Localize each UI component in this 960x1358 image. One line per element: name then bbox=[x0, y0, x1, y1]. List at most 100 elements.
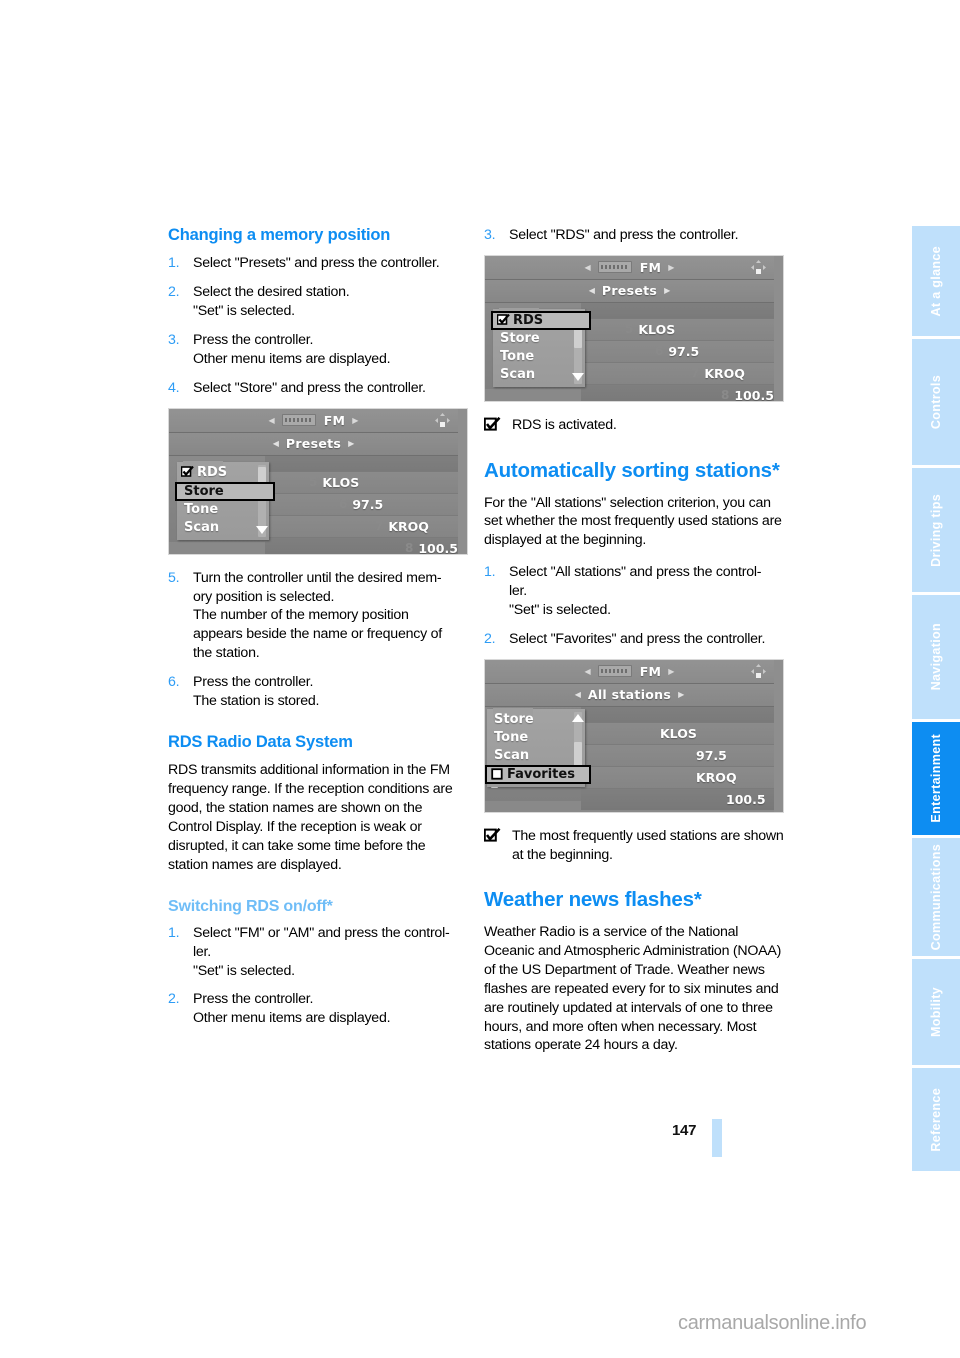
preset-number: 6 bbox=[655, 344, 664, 359]
submenu-bar[interactable]: ◀ All stations ▶ bbox=[485, 683, 774, 707]
sidebar-item-label: Communications bbox=[929, 843, 943, 951]
note-rds-activated: RDS is activated. bbox=[483, 416, 784, 435]
chevron-down-icon[interactable] bbox=[256, 525, 268, 534]
table-row[interactable]: 6 97.5 bbox=[265, 493, 458, 516]
step-line: Other menu items are displayed. bbox=[193, 1010, 391, 1027]
menu-item-label: Scan bbox=[494, 747, 530, 763]
list-item: 1. Select "Presets" and press the contro… bbox=[168, 254, 468, 273]
menu-item-rds[interactable]: RDS bbox=[177, 464, 269, 482]
menu-item-store[interactable]: Store bbox=[175, 481, 275, 501]
chevron-right-icon[interactable]: ▶ bbox=[668, 263, 674, 272]
preset-name: 100.5 bbox=[734, 387, 774, 402]
chevron-left-icon[interactable]: ◀ bbox=[269, 416, 275, 425]
menu-item-label: Store bbox=[184, 483, 224, 499]
preset-name: KROQ bbox=[696, 769, 737, 785]
menu-item-label: Store bbox=[494, 711, 534, 727]
checkbox-checked-icon bbox=[483, 416, 501, 432]
sidebar-item-mobility[interactable]: Mobility bbox=[912, 959, 960, 1065]
sidebar-item-navigation[interactable]: Navigation bbox=[912, 595, 960, 719]
sidebar-item-entertainment[interactable]: Entertainment bbox=[912, 722, 960, 835]
sidebar-item-controls[interactable]: Controls bbox=[912, 339, 960, 465]
table-row[interactable]: 5 KLOS bbox=[265, 471, 458, 494]
submenu-bar[interactable]: ◀ Presets ▶ bbox=[169, 432, 458, 456]
table-row[interactable]: 7 KROQ bbox=[265, 515, 458, 538]
display-body: N YC 94.3 5 KLOS 6 97.5 bbox=[169, 455, 458, 554]
submenu-label: Presets bbox=[601, 283, 658, 299]
menu-item-scan[interactable]: Scan bbox=[493, 366, 585, 384]
table-row[interactable]: 6 97.5 bbox=[581, 340, 774, 363]
step-line: Select "RDS" and press the controller. bbox=[509, 227, 739, 243]
menu-item-tone[interactable]: Tone bbox=[177, 501, 269, 519]
table-row[interactable]: 8 100.5 bbox=[265, 537, 458, 554]
menu-item-label: Scan bbox=[500, 366, 536, 382]
band-bar[interactable]: ◀ FM ▶ bbox=[485, 255, 774, 280]
menu-item-rds[interactable]: RDS bbox=[491, 310, 591, 330]
navigation-diamond-icon bbox=[750, 259, 767, 276]
sidebar-item-label: At a glance bbox=[929, 245, 943, 317]
preset-name: 97.5 bbox=[668, 343, 700, 359]
band-label: FM bbox=[639, 259, 662, 275]
chevron-up-icon[interactable] bbox=[572, 713, 584, 722]
chevron-left-icon[interactable]: ◀ bbox=[575, 690, 581, 699]
context-menu: Store Tone Scan Favorites bbox=[485, 707, 591, 787]
menu-item-scan[interactable]: Scan bbox=[177, 519, 269, 537]
chevron-left-icon[interactable]: ◀ bbox=[589, 286, 595, 295]
step-line: ler. bbox=[509, 583, 527, 600]
sidebar-item-driving-tips[interactable]: Driving tips bbox=[912, 468, 960, 592]
checkbox-unchecked-icon[interactable] bbox=[491, 767, 504, 780]
menu-item-label: Tone bbox=[494, 729, 529, 745]
left-column: Changing a memory position 1. Select "Pr… bbox=[168, 226, 468, 1038]
tuner-chip-icon bbox=[281, 414, 316, 427]
sidebar-item-communications[interactable]: Communications bbox=[912, 838, 960, 956]
sidebar-item-at-a-glance[interactable]: At a glance bbox=[912, 226, 960, 336]
preset-name: KLOS bbox=[638, 321, 676, 337]
checkbox-checked-icon[interactable] bbox=[496, 313, 510, 326]
step-line: The station is stored. bbox=[193, 692, 320, 709]
menu-item-tone[interactable]: Tone bbox=[493, 348, 585, 366]
table-row[interactable]: 8 100.5 bbox=[581, 384, 774, 402]
checkbox-checked-icon bbox=[483, 827, 501, 843]
display-inner: ◀ FM ▶ ◀ Presets ▶ 5 KLOS 6 97.5 7 KROQ … bbox=[485, 255, 774, 402]
menu-item-tone[interactable]: Tone bbox=[487, 729, 585, 747]
chevron-left-icon[interactable]: ◀ bbox=[585, 667, 591, 676]
submenu-bar[interactable]: ◀ Presets ▶ bbox=[485, 279, 774, 303]
step-line: ler. bbox=[193, 943, 211, 960]
step-number: 1. bbox=[168, 255, 180, 272]
context-menu: RDS Store Tone Scan bbox=[491, 307, 591, 387]
preset-number: 8 bbox=[721, 388, 730, 402]
rds-body: RDS transmits additional information in … bbox=[168, 762, 453, 873]
chevron-right-icon[interactable]: ▶ bbox=[678, 690, 684, 699]
note-favorites: The most frequently used stations are sh… bbox=[483, 827, 784, 865]
menu-item-favorites[interactable]: Favorites bbox=[485, 764, 591, 784]
chevron-down-icon[interactable] bbox=[572, 372, 584, 381]
table-row[interactable]: 100.5 bbox=[581, 788, 774, 810]
step-line: Select "Presets" and press the controlle… bbox=[193, 255, 440, 272]
table-row[interactable]: KLOS bbox=[581, 722, 774, 745]
menu-item-store[interactable]: Store bbox=[493, 330, 585, 348]
chevron-right-icon[interactable]: ▶ bbox=[668, 667, 674, 676]
switching-rds-subheading: Switching RDS on/off* bbox=[168, 897, 333, 915]
table-row[interactable]: 97.5 bbox=[581, 744, 774, 767]
menu-item-label: Tone bbox=[184, 501, 219, 517]
menu-item-scan[interactable]: Scan bbox=[487, 747, 585, 765]
chevron-right-icon[interactable]: ▶ bbox=[664, 286, 670, 295]
chevron-right-icon[interactable]: ▶ bbox=[352, 416, 358, 425]
step-line: Turn the controller until the desired me… bbox=[193, 569, 442, 586]
menu-item-store[interactable]: Store bbox=[487, 711, 585, 729]
rds-heading: RDS Radio Data System bbox=[168, 732, 353, 751]
preset-row-header bbox=[581, 302, 774, 319]
checkbox-checked-icon[interactable] bbox=[180, 465, 194, 478]
chevron-right-icon[interactable]: ▶ bbox=[348, 439, 354, 448]
band-bar[interactable]: ◀ FM ▶ bbox=[169, 408, 458, 433]
preset-row-header bbox=[265, 455, 458, 472]
table-row[interactable]: 7 KROQ bbox=[581, 362, 774, 385]
chevron-left-icon[interactable]: ◀ bbox=[585, 263, 591, 272]
step-line: "Set" is selected. bbox=[193, 962, 295, 979]
table-row[interactable]: KROQ bbox=[581, 766, 774, 789]
band-bar[interactable]: ◀ FM ▶ bbox=[485, 659, 774, 684]
chevron-left-icon[interactable]: ◀ bbox=[273, 439, 279, 448]
table-row[interactable]: 5 KLOS bbox=[581, 318, 774, 341]
submenu-label: All stations bbox=[587, 687, 672, 703]
sidebar-item-reference[interactable]: Reference bbox=[912, 1068, 960, 1171]
step-line: Press the controller. bbox=[193, 674, 314, 691]
